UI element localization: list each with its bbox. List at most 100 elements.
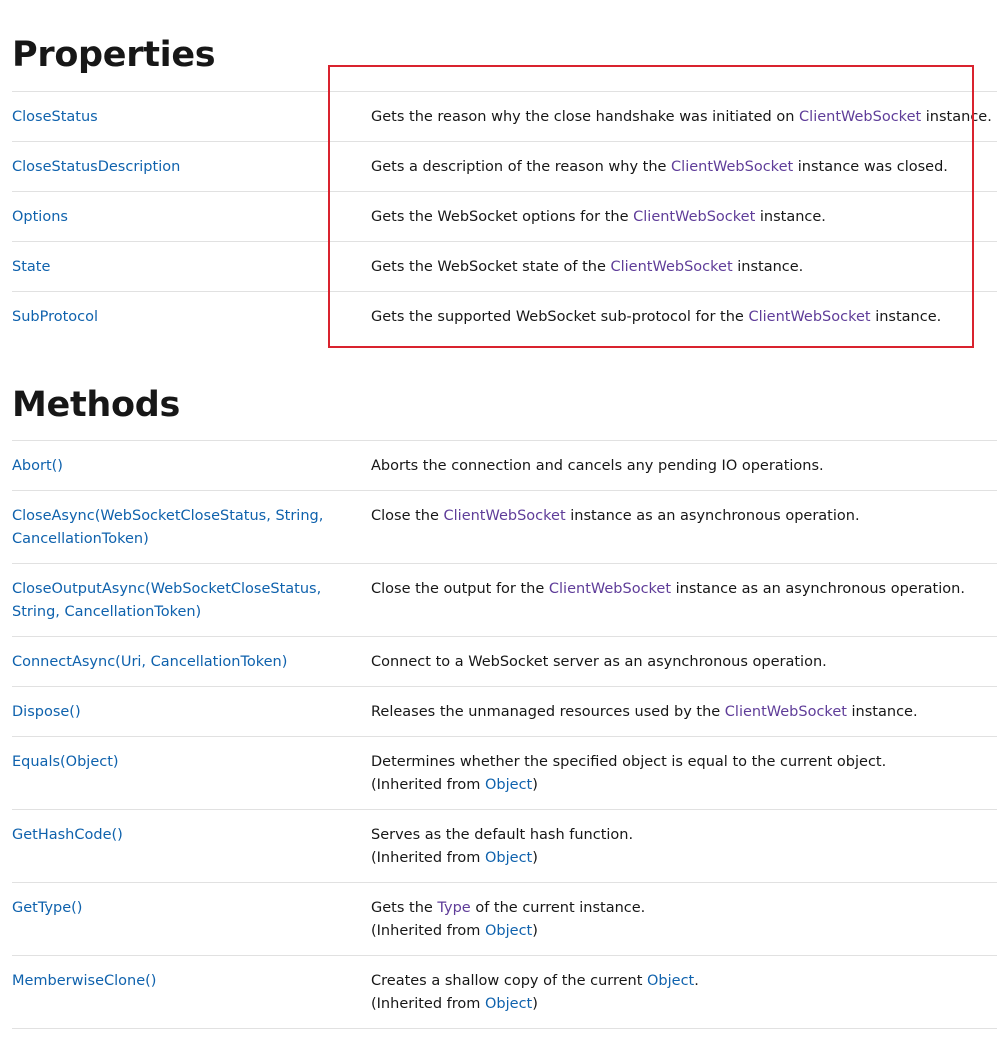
method-link-dispose[interactable]: Dispose() <box>12 704 81 720</box>
method-row-dispose: Dispose() Releases the unmanaged resource… <box>12 686 997 737</box>
description-text: Aborts the connection and cancels any pe… <box>371 458 824 474</box>
property-row-options: Options Gets the WebSocket options for th… <box>12 191 997 242</box>
description-text: Determines whether the specified object … <box>371 754 887 770</box>
inherited-from-text: (Inherited from <box>371 777 485 793</box>
method-description: Determines whether the specified object … <box>371 737 997 797</box>
method-description: Releases the unmanaged resources used by… <box>371 687 997 724</box>
method-name-line: Abort() <box>12 458 63 474</box>
description-text: instance as an asynchronous operation. <box>671 581 965 597</box>
method-row-equals-object: Equals(Object) Determines whether the spe… <box>12 736 997 810</box>
description-text: instance. <box>755 209 826 225</box>
method-description: Gets the Type of the current instance. (I… <box>371 883 997 943</box>
method-name-line: Dispose() <box>12 704 81 720</box>
method-description: Close the output for the ClientWebSocket… <box>371 564 997 601</box>
method-link-abort[interactable]: Abort() <box>12 458 63 474</box>
clientwebsocket-type-link[interactable]: ClientWebSocket <box>444 508 566 524</box>
property-description: Gets a description of the reason why the… <box>371 142 997 179</box>
method-link-memberwiseclone[interactable]: MemberwiseClone() <box>12 973 156 989</box>
method-description: Connect to a WebSocket server as an asyn… <box>371 637 997 674</box>
clientwebsocket-type-link[interactable]: ClientWebSocket <box>633 209 755 225</box>
method-description: Serves as the default hash function. (Inh… <box>371 810 997 870</box>
method-row-closeoutputasync-websocketclosestatus-string-cancellationtoken: CloseOutputAsync(WebSocketCloseStatus, St… <box>12 563 997 637</box>
method-link-connectasync-uri-cancellationtoken[interactable]: ConnectAsync(Uri, CancellationToken) <box>12 654 287 670</box>
method-link-equals-object[interactable]: Equals(Object) <box>12 754 119 770</box>
inherited-object-link[interactable]: Object <box>485 923 532 939</box>
method-name-line: ConnectAsync(Uri, CancellationToken) <box>12 654 288 670</box>
property-row-closestatus: CloseStatus Gets the reason why the close… <box>12 91 997 142</box>
inherited-close-paren: ) <box>532 996 538 1012</box>
method-name-line: GetType() <box>12 900 83 916</box>
method-link-closeasync-websocketclosestatus-string[interactable]: CloseAsync(WebSocketCloseStatus, String,… <box>12 508 323 547</box>
property-row-subprotocol: SubProtocol Gets the supported WebSocket … <box>12 291 997 342</box>
clientwebsocket-type-link[interactable]: ClientWebSocket <box>611 259 733 275</box>
description-text: Close the output for the <box>371 581 549 597</box>
object-type-link[interactable]: Object <box>647 973 694 989</box>
method-description: Creates a shallow copy of the current Ob… <box>371 956 997 1016</box>
property-description: Gets the supported WebSocket sub-protoco… <box>371 292 997 329</box>
method-description: Aborts the connection and cancels any pe… <box>371 441 997 478</box>
inherited-from-text: (Inherited from <box>371 850 485 866</box>
method-name-line: CloseAsync(WebSocketCloseStatus, String, <box>12 508 324 524</box>
property-link-closestatus[interactable]: CloseStatus <box>12 109 98 125</box>
clientwebsocket-type-link[interactable]: ClientWebSocket <box>725 704 847 720</box>
property-row-closestatusdescription: CloseStatusDescription Gets a description… <box>12 141 997 192</box>
inherited-object-link[interactable]: Object <box>485 777 532 793</box>
description-text: Serves as the default hash function. <box>371 827 634 843</box>
description-text: Creates a shallow copy of the current <box>371 973 648 989</box>
method-name-line: CancellationToken) <box>12 531 149 547</box>
method-name-line: GetHashCode() <box>12 827 123 843</box>
property-link-subprotocol[interactable]: SubProtocol <box>12 309 98 325</box>
method-description: Close the ClientWebSocket instance as an… <box>371 491 997 528</box>
method-link-gettype[interactable]: GetType() <box>12 900 82 916</box>
description-text: Gets the <box>371 900 438 916</box>
description-text: of the current instance. <box>470 900 646 916</box>
method-link-gethashcode[interactable]: GetHashCode() <box>12 827 123 843</box>
method-link-closeoutputasync-websocketclosestatus[interactable]: CloseOutputAsync(WebSocketCloseStatus, St… <box>12 581 321 620</box>
properties-table: CloseStatus Gets the reason why the close… <box>12 91 997 342</box>
method-row-closeasync-websocketclosestatus-string-cancellationtoken: CloseAsync(WebSocketCloseStatus, String,… <box>12 490 997 564</box>
inherited-object-link[interactable]: Object <box>485 996 532 1012</box>
description-text: Gets the reason why the close handshake … <box>371 109 800 125</box>
description-text: . <box>694 973 699 989</box>
description-text: instance was closed. <box>793 159 948 175</box>
method-row-connectasync-uri-cancellationtoken: ConnectAsync(Uri, CancellationToken) Conn… <box>12 636 997 687</box>
inherited-close-paren: ) <box>532 777 538 793</box>
method-row-abort: Abort() Aborts the connection and cancels… <box>12 440 997 491</box>
description-text: instance. <box>870 309 942 325</box>
method-row-gettype: GetType() Gets the Type of the current in… <box>12 882 997 956</box>
description-text: instance. <box>732 259 804 275</box>
method-row-memberwiseclone: MemberwiseClone() Creates a shallow copy … <box>12 955 997 1029</box>
property-link-state[interactable]: State <box>12 259 50 275</box>
inherited-close-paren: ) <box>532 923 538 939</box>
methods-heading: Methods <box>12 385 181 425</box>
clientwebsocket-type-link[interactable]: ClientWebSocket <box>671 159 793 175</box>
description-text: instance as an asynchronous operation. <box>565 508 860 524</box>
clientwebsocket-type-link[interactable]: ClientWebSocket <box>799 109 921 125</box>
description-text: instance. <box>921 109 992 125</box>
inherited-from-text: (Inherited from <box>371 923 485 939</box>
description-text: Gets the supported WebSocket sub-protoco… <box>371 309 749 325</box>
description-text: Gets the WebSocket options for the <box>371 209 634 225</box>
property-description: Gets the WebSocket options for the Clien… <box>371 192 997 229</box>
description-text: Gets the WebSocket state of the <box>371 259 611 275</box>
properties-heading: Properties <box>12 35 216 75</box>
clientwebsocket-type-link[interactable]: ClientWebSocket <box>549 581 671 597</box>
property-row-state: State Gets the WebSocket state of the Cli… <box>12 241 997 292</box>
method-name-line: String, CancellationToken) <box>12 604 202 620</box>
property-link-closestatusdescription[interactable]: CloseStatusDescription <box>12 159 180 175</box>
description-text: Releases the unmanaged resources used by… <box>371 704 725 720</box>
description-text: Gets a description of the reason why the <box>371 159 672 175</box>
type-type-link[interactable]: Type <box>437 900 470 916</box>
method-name-line: Equals(Object) <box>12 754 119 770</box>
method-name-line: CloseOutputAsync(WebSocketCloseStatus, <box>12 581 322 597</box>
methods-table: Abort() Aborts the connection and cancels… <box>12 440 997 1029</box>
property-link-options[interactable]: Options <box>12 209 68 225</box>
description-text: instance. <box>846 704 918 720</box>
description-text: Connect to a WebSocket server as an asyn… <box>371 654 827 670</box>
clientwebsocket-type-link[interactable]: ClientWebSocket <box>748 309 870 325</box>
inherited-object-link[interactable]: Object <box>485 850 532 866</box>
description-text: Close the <box>371 508 444 524</box>
property-description: Gets the WebSocket state of the ClientWe… <box>371 242 997 279</box>
inherited-from-text: (Inherited from <box>371 996 485 1012</box>
method-name-line: MemberwiseClone() <box>12 973 157 989</box>
